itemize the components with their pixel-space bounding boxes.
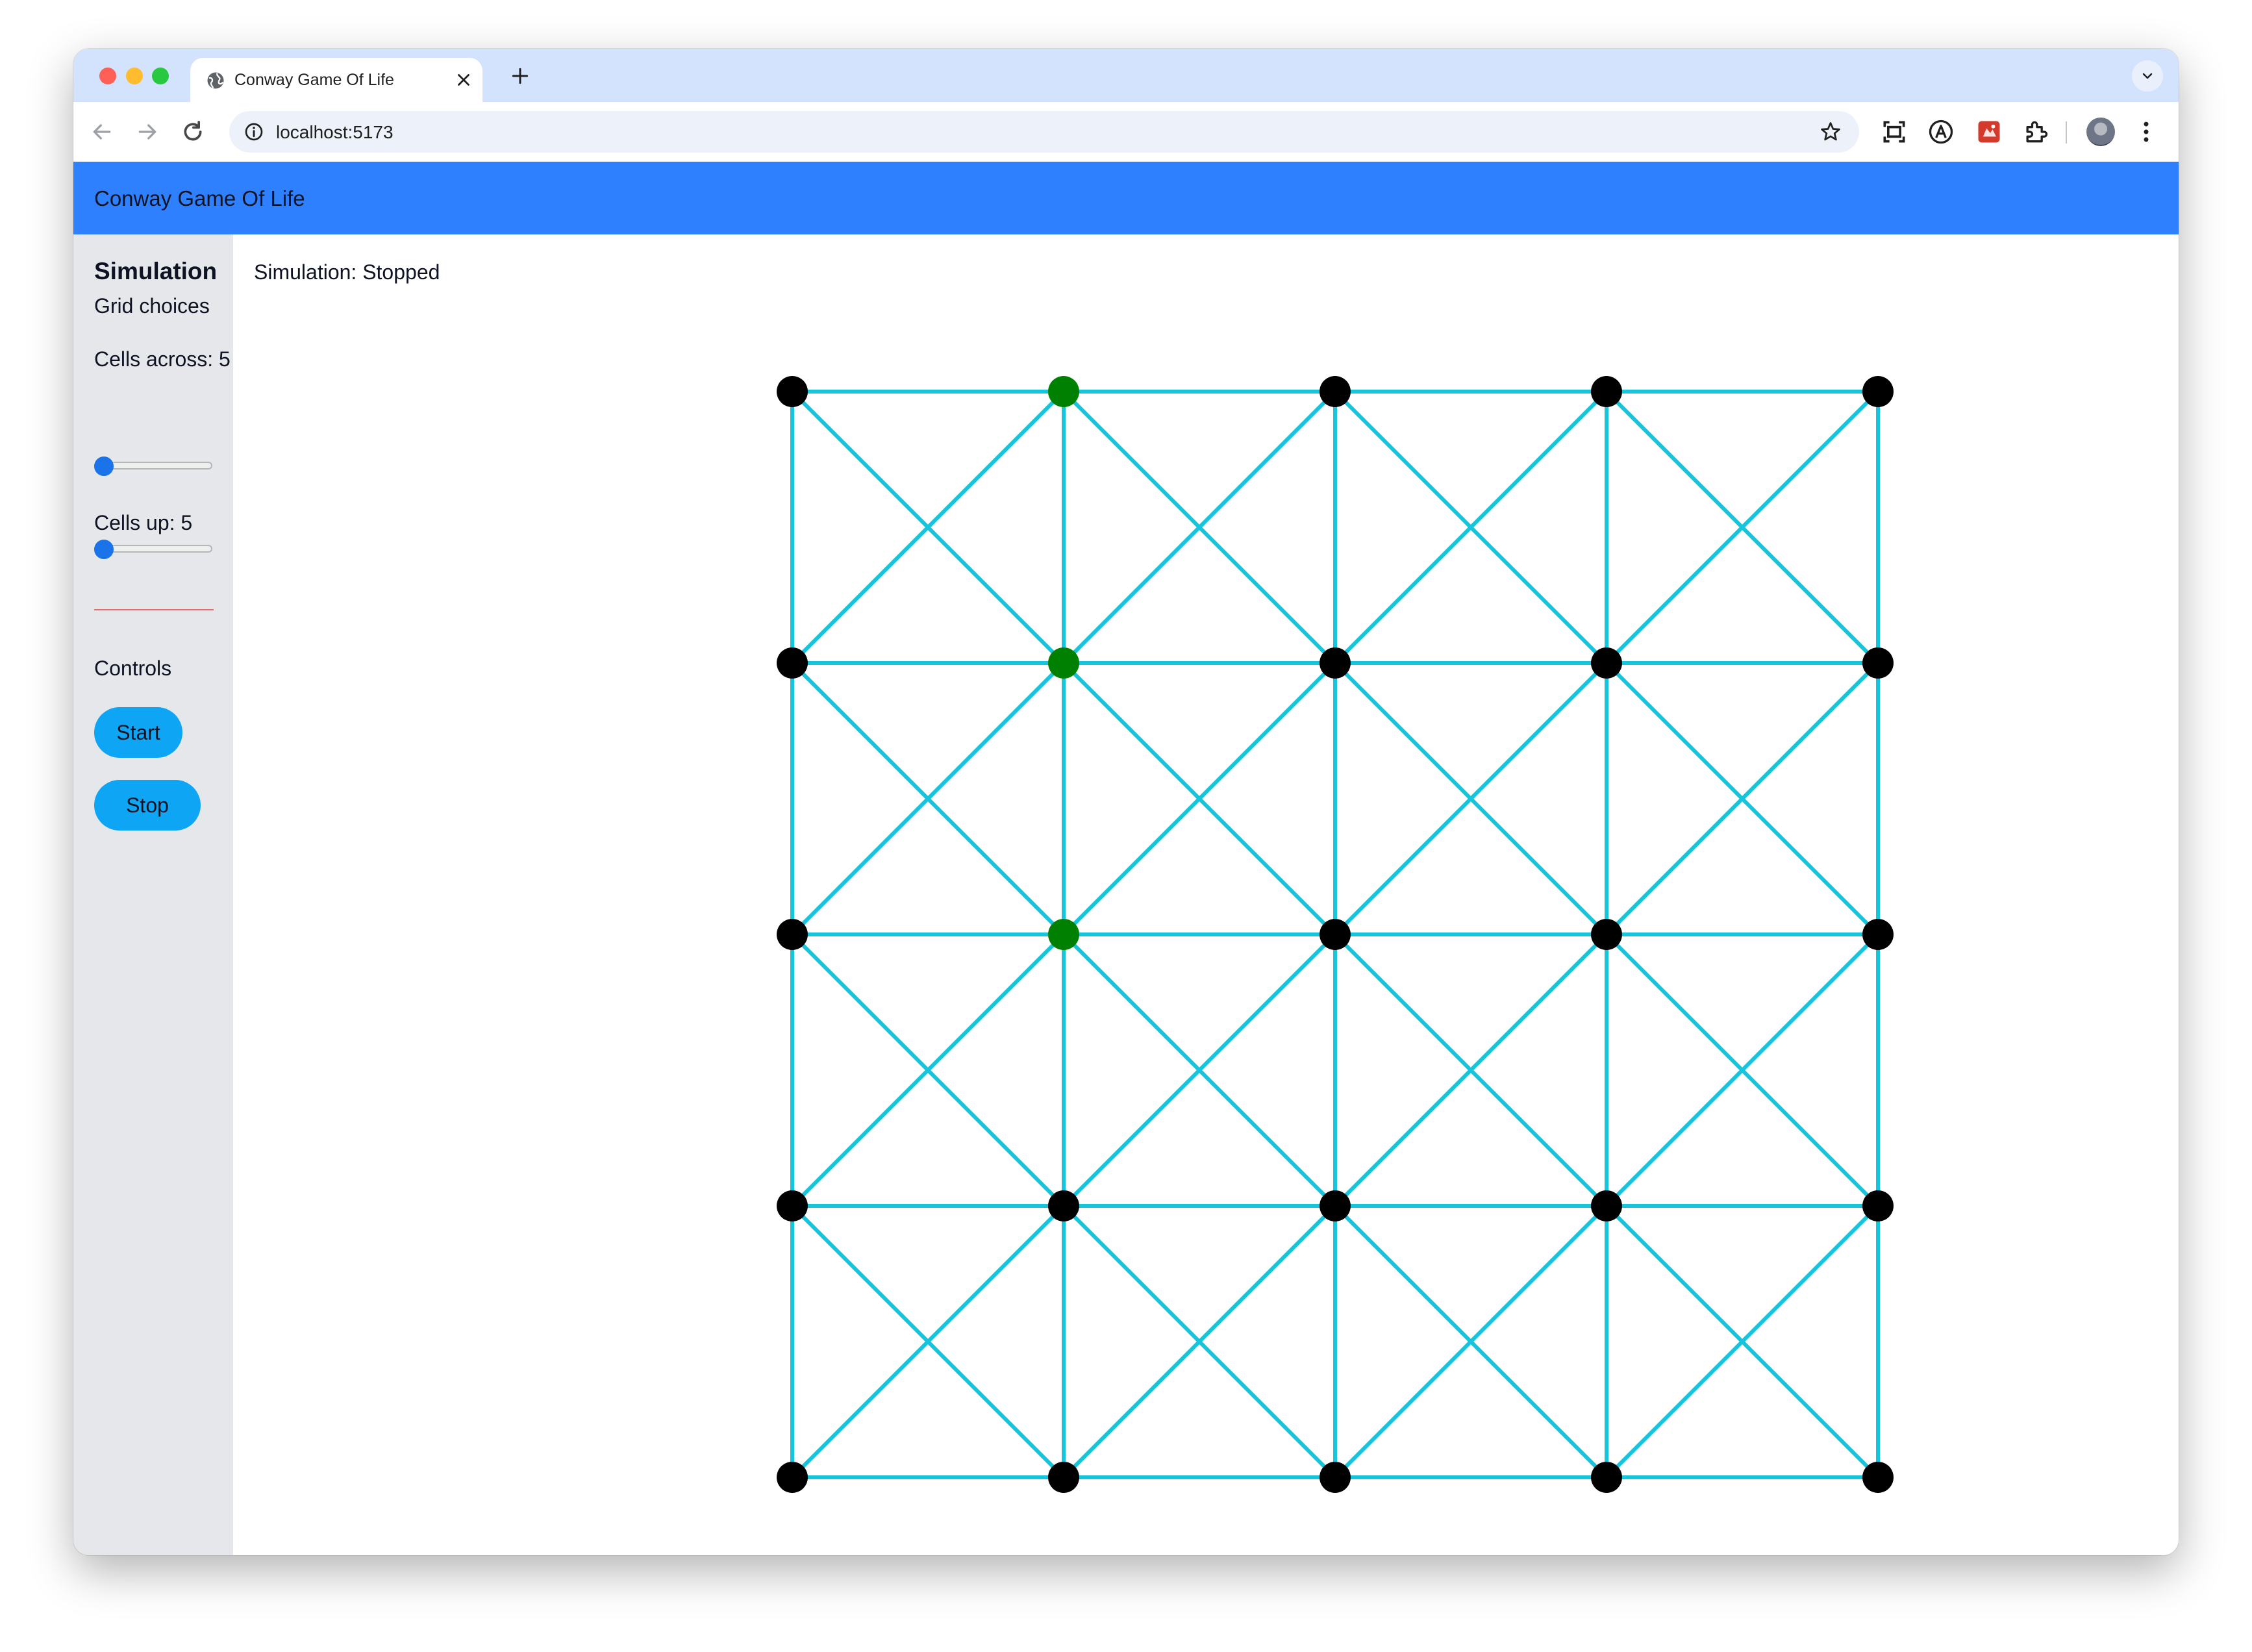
cells-across-slider-thumb[interactable]	[94, 457, 114, 476]
cell-dead[interactable]	[1320, 376, 1351, 407]
tab-strip: Conway Game Of Life	[73, 49, 2179, 102]
extensions-puzzle-icon[interactable]	[2021, 118, 2050, 146]
address-bar[interactable]: localhost:5173	[229, 111, 1859, 153]
cell-alive[interactable]	[1048, 919, 1079, 950]
stop-button[interactable]: Stop	[94, 780, 201, 831]
life-grid[interactable]	[233, 234, 2179, 1555]
cell-dead[interactable]	[1048, 1190, 1079, 1221]
cell-dead[interactable]	[1320, 647, 1351, 679]
cell-dead[interactable]	[777, 1190, 808, 1221]
cells-across-label: Cells across: 5	[94, 347, 231, 371]
forward-arrow-icon[interactable]	[134, 119, 160, 145]
cell-dead[interactable]	[777, 1462, 808, 1493]
tab-conway[interactable]: Conway Game Of Life	[190, 58, 482, 102]
cell-dead[interactable]	[1591, 376, 1622, 407]
cells-up-label: Cells up: 5	[94, 511, 193, 534]
toolbar-separator	[2066, 121, 2067, 144]
bookmark-star-icon[interactable]	[1819, 120, 1842, 144]
close-window-button[interactable]	[99, 68, 116, 84]
browser-toolbar: localhost:5173	[73, 102, 2179, 162]
cell-alive[interactable]	[1048, 376, 1079, 407]
extension-a-icon[interactable]	[1927, 118, 1955, 146]
cell-dead[interactable]	[1862, 376, 1894, 407]
grid-choices-label: Grid choices	[94, 294, 210, 318]
cell-dead[interactable]	[1320, 1462, 1351, 1493]
start-button[interactable]: Start	[94, 707, 182, 758]
url-text[interactable]: localhost:5173	[276, 122, 394, 143]
main-content: Simulation: Stopped	[233, 234, 2179, 1555]
cell-dead[interactable]	[1591, 1462, 1622, 1493]
extension-red-icon[interactable]	[1975, 118, 2003, 146]
app-title: Conway Game Of Life	[94, 186, 305, 210]
cell-dead[interactable]	[1862, 647, 1894, 679]
cell-dead[interactable]	[1591, 919, 1622, 950]
cell-dead[interactable]	[777, 376, 808, 407]
globe-icon	[207, 72, 224, 89]
chevron-down-icon	[2142, 73, 2153, 79]
zoom-window-button[interactable]	[152, 68, 169, 84]
cell-dead[interactable]	[1862, 1462, 1894, 1493]
menu-dots-icon[interactable]	[2132, 118, 2160, 146]
reload-icon[interactable]	[180, 119, 206, 145]
tab-search-button[interactable]	[2132, 60, 2163, 92]
screenshot-icon[interactable]	[1880, 118, 1908, 146]
sidebar: Simulation Grid choices Cells across: 5 …	[73, 234, 233, 1555]
cell-alive[interactable]	[1048, 647, 1079, 679]
browser-window: Conway Game Of Life localhost:5173 Conwa…	[73, 49, 2179, 1555]
cell-dead[interactable]	[1320, 1190, 1351, 1221]
cell-dead[interactable]	[1048, 1462, 1079, 1493]
new-tab-icon[interactable]	[510, 66, 531, 86]
cell-dead[interactable]	[1862, 919, 1894, 950]
controls-label: Controls	[94, 657, 172, 680]
cell-dead[interactable]	[777, 647, 808, 679]
cell-dead[interactable]	[1320, 919, 1351, 950]
cell-dead[interactable]	[1591, 1190, 1622, 1221]
close-tab-icon[interactable]	[454, 70, 473, 90]
info-icon[interactable]	[244, 121, 264, 142]
profile-avatar[interactable]	[2086, 118, 2115, 146]
cell-dead[interactable]	[1862, 1190, 1894, 1221]
app-header: Conway Game Of Life	[73, 162, 2179, 234]
back-arrow-icon[interactable]	[89, 119, 115, 145]
cell-dead[interactable]	[777, 919, 808, 950]
sidebar-divider	[94, 609, 214, 610]
cells-up-slider-thumb[interactable]	[94, 540, 114, 559]
tab-title: Conway Game Of Life	[234, 71, 394, 89]
minimize-window-button[interactable]	[126, 68, 143, 84]
sidebar-heading: Simulation	[94, 258, 218, 284]
cell-dead[interactable]	[1591, 647, 1622, 679]
